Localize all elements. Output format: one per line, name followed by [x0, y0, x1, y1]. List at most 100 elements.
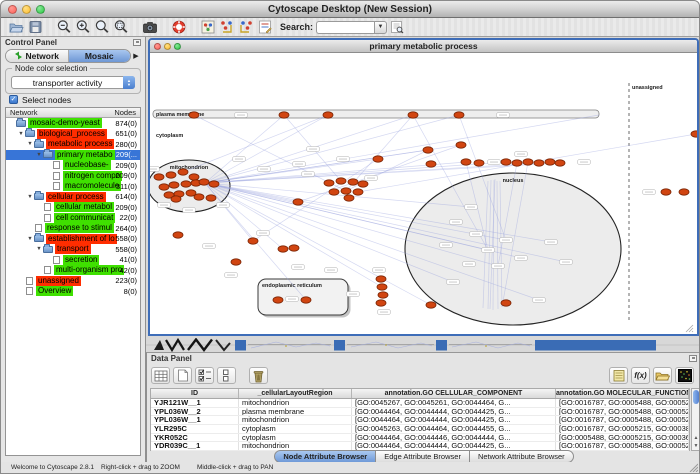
- dropdown-stepper-icon[interactable]: ▲▼: [123, 76, 135, 89]
- expander-icon[interactable]: ▼: [17, 131, 25, 137]
- table-row-3[interactable]: YLR295Ccytoplasm[GO:0045263, GO:0044464,…: [151, 425, 689, 434]
- network-node[interactable]: [231, 259, 241, 265]
- table-cell[interactable]: [GO:0044464, GO:0044444, GO:0044425, G..…: [352, 416, 556, 424]
- network-node[interactable]: [189, 174, 199, 180]
- network-node[interactable]: [376, 276, 386, 282]
- network-node[interactable]: [426, 161, 436, 167]
- expander-icon[interactable]: ▼: [26, 141, 34, 147]
- table-row-2[interactable]: YPL036W__1mitochondrion[GO:0044464, GO:0…: [151, 416, 689, 425]
- network-node[interactable]: [159, 184, 169, 190]
- table-cell[interactable]: [GO:0044464, GO:0044444, GO:0044425, G..…: [352, 442, 556, 450]
- network-node[interactable]: [353, 189, 363, 195]
- network-node[interactable]: [289, 245, 299, 251]
- network-node[interactable]: [423, 147, 433, 153]
- zoom-out-button[interactable]: [54, 19, 73, 36]
- network-node[interactable]: [181, 181, 191, 187]
- snapshot-button[interactable]: [140, 19, 159, 36]
- tree-row-12[interactable]: ▼transport558(0): [6, 244, 140, 255]
- tree-row-5[interactable]: nitrogen compo209(0): [6, 171, 140, 182]
- network-node[interactable]: [199, 179, 209, 185]
- column-header-3[interactable]: annotation.GO MOLECULAR_FUNCTION: [556, 389, 689, 398]
- table-cell[interactable]: [GO:0016787, GO:0005488, GO:0005215, G..…: [556, 399, 689, 407]
- table-cell[interactable]: cytoplasm: [239, 434, 352, 442]
- network-node[interactable]: [377, 284, 387, 290]
- network-node[interactable]: [329, 189, 339, 195]
- resize-grip-icon[interactable]: [689, 463, 698, 472]
- network-node[interactable]: [189, 112, 199, 118]
- vizmapper-button[interactable]: [198, 19, 217, 36]
- table-cell[interactable]: plasma membrane: [239, 408, 352, 416]
- float-panel-icon[interactable]: [133, 39, 141, 46]
- annotation-button[interactable]: [255, 19, 274, 36]
- tree-row-14[interactable]: multi-organism pro42(0): [6, 265, 140, 276]
- tree-row-16[interactable]: Overview8(0): [6, 286, 140, 297]
- network-node[interactable]: [376, 300, 386, 306]
- tree-row-1[interactable]: ▼biological_process651(0): [6, 129, 140, 140]
- table-cell[interactable]: [GO:0005488, GO:0005215, GO:0003674]: [556, 434, 689, 442]
- table-row-1[interactable]: YPL036W__2plasma membrane[GO:0044464, GO…: [151, 408, 689, 417]
- network-node[interactable]: [426, 302, 436, 308]
- tree-row-8[interactable]: cellular metabol209(0): [6, 202, 140, 213]
- network-canvas[interactable]: plasma membranecytoplasmmitochondrionnuc…: [150, 53, 697, 334]
- network-node[interactable]: [341, 188, 351, 194]
- delete-attribute-button[interactable]: [249, 367, 268, 384]
- tree-row-3[interactable]: ▼primary metabo209(...: [6, 150, 140, 161]
- open-file-button[interactable]: [6, 19, 25, 36]
- network-node[interactable]: [323, 112, 333, 118]
- network-node[interactable]: [348, 179, 358, 185]
- network-node[interactable]: [166, 172, 176, 178]
- layout-button-2[interactable]: [236, 19, 255, 36]
- tab-mosaic[interactable]: Mosaic: [69, 50, 131, 62]
- unselect-all-attributes-button[interactable]: [173, 367, 192, 384]
- network-node[interactable]: [454, 112, 464, 118]
- network-node[interactable]: [248, 238, 258, 244]
- column-header-1[interactable]: _cellularLayoutRegion: [239, 389, 352, 398]
- search-dropdown-arrow[interactable]: ▼: [374, 21, 387, 34]
- network-node[interactable]: [278, 246, 288, 252]
- network-node[interactable]: [301, 297, 311, 303]
- network-node[interactable]: [154, 174, 164, 180]
- table-cell[interactable]: cytoplasm: [239, 425, 352, 433]
- create-attribute-button[interactable]: [217, 367, 236, 384]
- network-node[interactable]: [209, 181, 219, 187]
- network-node[interactable]: [373, 156, 383, 162]
- tree-row-6[interactable]: macromolecule311(0): [6, 181, 140, 192]
- tree-row-9[interactable]: cell communicat22(0): [6, 213, 140, 224]
- table-cell[interactable]: [GO:0016787, GO:0005488, GO:0005215, G..…: [556, 408, 689, 416]
- network-node[interactable]: [512, 160, 522, 166]
- network-node[interactable]: [273, 297, 283, 303]
- network-node[interactable]: [324, 180, 334, 186]
- network-node[interactable]: [336, 178, 346, 184]
- column-header-0[interactable]: ID: [151, 389, 239, 398]
- table-row-4[interactable]: YKR052Ccytoplasm[GO:0044464, GO:0044446,…: [151, 434, 689, 443]
- formula-builder-button[interactable]: f(x): [631, 367, 650, 384]
- network-node[interactable]: [501, 300, 511, 306]
- tab-overflow-button[interactable]: ▶: [131, 52, 141, 60]
- expander-icon[interactable]: ▼: [35, 246, 43, 252]
- network-node[interactable]: [358, 181, 368, 187]
- tree-row-10[interactable]: response to stimul264(0): [6, 223, 140, 234]
- network-node[interactable]: [661, 189, 671, 195]
- tab-network[interactable]: Network: [6, 50, 69, 62]
- select-all-attributes-button[interactable]: [151, 367, 170, 384]
- network-node[interactable]: [534, 160, 544, 166]
- search-options-button[interactable]: [387, 19, 406, 36]
- network-node[interactable]: [456, 142, 466, 148]
- network-node[interactable]: [171, 196, 181, 202]
- save-button[interactable]: [25, 19, 44, 36]
- node-color-dropdown[interactable]: transporter activity ▲▼: [11, 76, 135, 89]
- network-node[interactable]: [194, 194, 204, 200]
- help-button[interactable]: [169, 19, 188, 36]
- table-cell[interactable]: YKR052C: [151, 434, 239, 442]
- expander-icon[interactable]: ▼: [26, 194, 34, 200]
- tree-row-13[interactable]: secretion41(0): [6, 255, 140, 266]
- import-attributes-button[interactable]: [653, 367, 672, 384]
- network-node[interactable]: [293, 199, 303, 205]
- network-node[interactable]: [679, 189, 689, 195]
- network-node[interactable]: [169, 182, 179, 188]
- network-node[interactable]: [178, 169, 188, 175]
- table-cell[interactable]: mitochondrion: [239, 416, 352, 424]
- tree-row-4[interactable]: nucleobase-209(0): [6, 160, 140, 171]
- table-cell[interactable]: [GO:0045267, GO:0045261, GO:0044464, G..…: [352, 399, 556, 407]
- column-header-2[interactable]: annotation.GO CELLULAR_COMPONENT: [352, 389, 556, 398]
